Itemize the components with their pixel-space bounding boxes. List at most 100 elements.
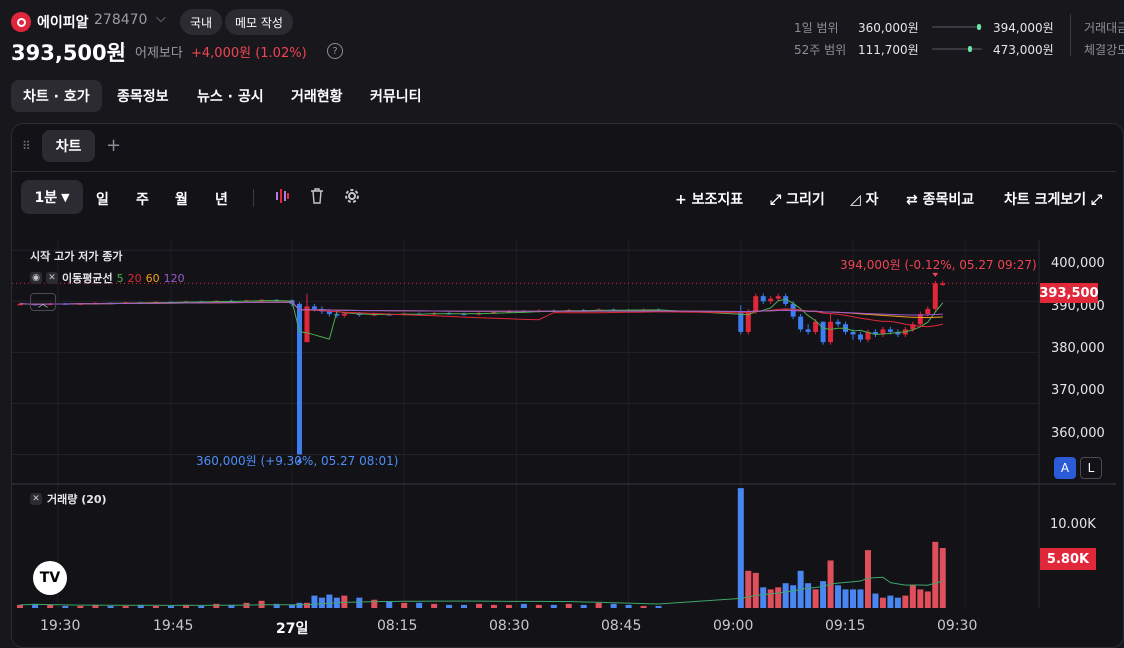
period-year[interactable]: 년 bbox=[215, 189, 228, 209]
volume-bar bbox=[356, 597, 363, 608]
price-volume-chart[interactable] bbox=[12, 240, 1116, 646]
x-tick: 08:15 bbox=[377, 618, 418, 634]
fullscreen-button[interactable]: 차트 크게보기 ⤢ bbox=[1004, 189, 1102, 209]
candle-body bbox=[341, 313, 347, 316]
indicator-button[interactable]: + 보조지표 bbox=[675, 189, 743, 209]
day-range-bar bbox=[932, 24, 982, 30]
close-icon[interactable]: ✕ bbox=[30, 493, 42, 505]
ma-20: 20 bbox=[127, 271, 142, 285]
volume-bar bbox=[805, 583, 812, 608]
current-price-tag: 393,500 bbox=[1039, 283, 1099, 303]
add-tab-icon[interactable]: + bbox=[106, 135, 121, 156]
volume-bar bbox=[820, 581, 827, 608]
compare-button[interactable]: ⇄ 종목비교 bbox=[906, 189, 974, 209]
volume-bar bbox=[902, 595, 909, 608]
volume-bar bbox=[416, 602, 423, 608]
x-tick: 08:45 bbox=[601, 618, 642, 634]
volume-bar bbox=[168, 605, 174, 608]
candle-body bbox=[334, 314, 340, 316]
candle-body bbox=[326, 311, 332, 315]
volume-bar bbox=[752, 572, 759, 608]
period-week[interactable]: 주 bbox=[136, 189, 149, 209]
tab-chart[interactable]: 차트 bbox=[42, 130, 95, 162]
x-tick: 27일 bbox=[276, 621, 309, 637]
volume-tick: 10.00K bbox=[1050, 517, 1096, 532]
candle-body bbox=[798, 316, 804, 330]
gear-glyph bbox=[345, 189, 359, 203]
memo-button[interactable]: 메모 작성 bbox=[225, 9, 293, 35]
candle-body bbox=[304, 306, 310, 343]
volume-bar bbox=[122, 605, 129, 608]
volume-bar bbox=[917, 589, 924, 608]
day-range-marker bbox=[977, 24, 982, 30]
y-tick: 400,000 bbox=[1051, 256, 1105, 271]
volume-bar bbox=[77, 605, 84, 608]
stock-name[interactable]: 에이피알 bbox=[37, 12, 89, 32]
volume-bar bbox=[760, 587, 767, 608]
tradingview-logo[interactable]: TV bbox=[33, 561, 67, 595]
y-tick: 370,000 bbox=[1051, 383, 1105, 398]
period-select-value: 1분 bbox=[34, 190, 58, 206]
candle-body bbox=[820, 321, 826, 343]
settings-gear-icon[interactable] bbox=[344, 188, 360, 208]
tab-chart-orderbook[interactable]: 차트 · 호가 bbox=[11, 80, 102, 112]
day-range-low: 360,000원 bbox=[858, 21, 919, 35]
volume-bar bbox=[835, 585, 842, 608]
ma-label: 이동평균선 bbox=[62, 272, 113, 285]
high-annotation: 394,000원 (-0.12%, 05.27 09:27) bbox=[840, 258, 1037, 272]
volume-bar bbox=[296, 602, 303, 608]
drag-handle-icon[interactable]: ⠿ bbox=[22, 139, 31, 153]
volume-bar bbox=[476, 603, 482, 608]
ohlc-legend: 시작 고가 저가 종가 bbox=[30, 250, 123, 263]
tab-news[interactable]: 뉴스 · 공시 bbox=[185, 80, 276, 112]
candle-body bbox=[940, 283, 946, 285]
trade-amount-label: 거래대금 bbox=[1084, 21, 1124, 35]
volume-bar bbox=[17, 604, 23, 608]
eye-off-icon[interactable]: ◉ bbox=[30, 272, 42, 284]
day-range-high: 394,000원 bbox=[993, 21, 1054, 35]
x-tick: 09:15 bbox=[825, 618, 866, 634]
tab-stock-info[interactable]: 종목정보 bbox=[105, 80, 181, 112]
volume-bar bbox=[371, 599, 378, 608]
chart-style-icon[interactable] bbox=[275, 188, 289, 208]
ma-5: 5 bbox=[116, 271, 124, 285]
draw-button[interactable]: ⤢ 그리기 bbox=[770, 189, 825, 209]
ruler-button[interactable]: ◿ 자 bbox=[850, 189, 879, 209]
candles-icon bbox=[276, 189, 289, 203]
toolbar-separator bbox=[253, 189, 254, 207]
candle-body bbox=[857, 334, 863, 340]
volume-bar bbox=[857, 589, 864, 608]
week52-range-bar bbox=[932, 46, 982, 52]
vs-yesterday-label: 어제보다 bbox=[135, 46, 183, 61]
auto-scale-button[interactable]: A bbox=[1054, 457, 1076, 479]
volume-bar bbox=[107, 605, 114, 608]
x-tick: 08:30 bbox=[489, 618, 530, 634]
volume-bar bbox=[490, 604, 497, 608]
volume-bar bbox=[625, 604, 632, 608]
range-divider bbox=[1070, 14, 1071, 56]
tab-trading-status[interactable]: 거래현황 bbox=[279, 80, 355, 112]
period-month[interactable]: 월 bbox=[175, 189, 188, 209]
log-scale-button[interactable]: L bbox=[1080, 457, 1102, 479]
high-marker bbox=[932, 272, 939, 277]
chevron-down-icon[interactable]: ⌵ bbox=[156, 11, 166, 26]
day-range-label: 1일 범위 bbox=[794, 21, 839, 35]
period-day[interactable]: 일 bbox=[96, 189, 109, 209]
help-icon[interactable]: ? bbox=[327, 43, 343, 59]
volume-bar bbox=[887, 595, 894, 608]
collapse-legend-icon[interactable]: ︿ bbox=[30, 293, 56, 311]
period-select[interactable]: 1분 ▼ bbox=[21, 180, 83, 214]
volume-bar bbox=[461, 604, 468, 608]
tab-community[interactable]: 커뮤니티 bbox=[358, 80, 434, 112]
volume-label: 거래량 (20) bbox=[47, 493, 107, 506]
trash-icon[interactable] bbox=[310, 188, 324, 208]
moving-average-line bbox=[19, 301, 943, 319]
candle-body bbox=[932, 283, 938, 309]
close-icon[interactable]: ✕ bbox=[46, 272, 58, 284]
volume-bar bbox=[790, 585, 797, 608]
candle-body bbox=[775, 296, 781, 299]
volume-bar bbox=[520, 603, 527, 608]
x-tick: 19:45 bbox=[153, 618, 194, 634]
volume-bar bbox=[431, 603, 438, 608]
volume-bar bbox=[318, 597, 325, 608]
